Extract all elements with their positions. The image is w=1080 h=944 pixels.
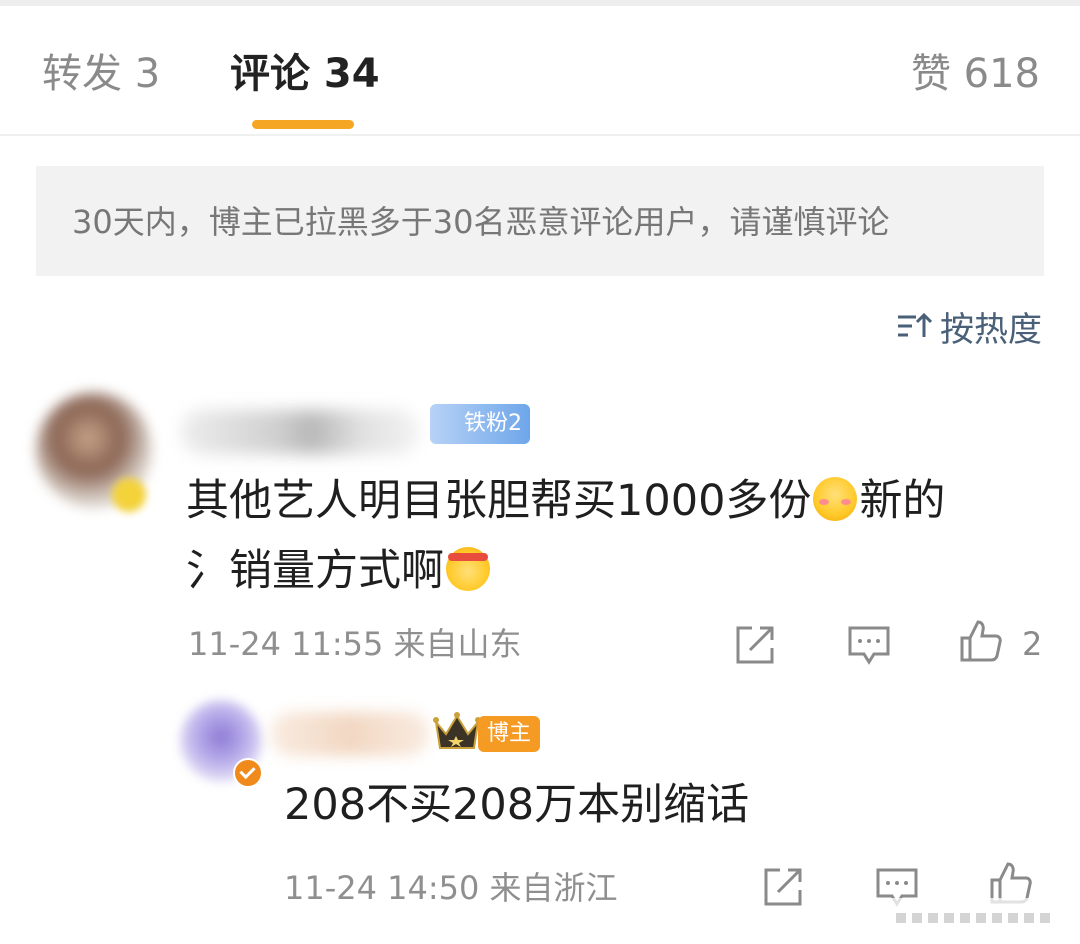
replier-name-blurred[interactable] (270, 712, 430, 756)
thumbs-up-icon (960, 620, 1002, 662)
tab-likes[interactable]: 赞 618 (911, 46, 1040, 102)
comment-text-line1: 其他艺人明目张胆帮买1000多份 (186, 476, 812, 526)
headband-emoji-icon (446, 547, 490, 591)
reply-button[interactable] (846, 622, 892, 668)
blush-emoji-icon (813, 477, 858, 521)
share-button[interactable] (732, 622, 778, 668)
verified-check-icon (233, 758, 263, 788)
comment-time: 11-24 11:55 (188, 625, 384, 663)
comment-text-line2: 氵销量方式啊 (186, 546, 444, 596)
tab-comments[interactable]: 评论 34 (230, 46, 380, 102)
reply-location: 来自浙江 (489, 869, 618, 907)
comment-icon (848, 626, 890, 665)
owner-badge: 博主 (478, 716, 540, 752)
comment-text-line1b: 新的 (859, 476, 946, 526)
comment-text: 其他艺人明目张胆帮买1000多份 新的 氵销量方式啊 (186, 466, 1046, 606)
sort-icon (898, 312, 932, 337)
avatar-badge (112, 478, 146, 512)
comment-meta: 11-24 11:55 来自山东 (188, 622, 522, 666)
tab-bar: 转发 3 评论 34 赞 618 (0, 6, 1080, 136)
sort-label: 按热度 (940, 309, 1042, 350)
reply-meta: 11-24 14:50 来自浙江 (284, 866, 618, 910)
crown-icon (433, 712, 481, 749)
commenter-name-blurred[interactable] (180, 410, 420, 454)
notice-text: 30天内，博主已拉黑多于30名恶意评论用户，请谨慎评论 (72, 203, 890, 241)
watermark (886, 898, 1066, 938)
comments-page: 转发 3 评论 34 赞 618 30天内，博主已拉黑多于30名恶意评论用户，请… (0, 0, 1080, 944)
reply-share-button[interactable] (760, 864, 806, 910)
like-count: 2 (1022, 625, 1043, 663)
active-tab-indicator (252, 120, 354, 129)
like-button[interactable] (958, 618, 1004, 664)
notice-banner: 30天内，博主已拉黑多于30名恶意评论用户，请谨慎评论 (36, 166, 1044, 276)
tab-reposts[interactable]: 转发 3 (42, 46, 160, 102)
reply-text: 208不买208万本别缩话 (284, 780, 750, 830)
watermark-pattern (896, 913, 1056, 923)
sort-button[interactable]: 按热度 (896, 300, 1042, 352)
fan-badge: 铁粉2 (430, 404, 530, 444)
share-icon (764, 868, 802, 906)
reply-time: 11-24 14:50 (284, 869, 480, 907)
share-icon (736, 626, 774, 664)
comment-location: 来自山东 (393, 625, 522, 663)
